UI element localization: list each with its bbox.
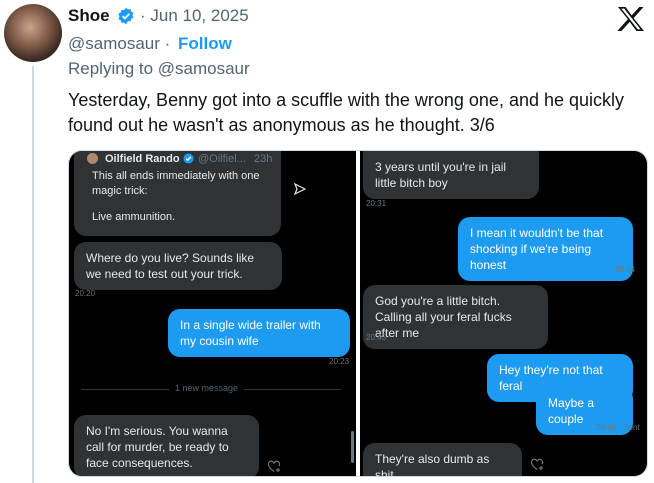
verified-badge-icon	[118, 7, 134, 25]
card-verified-icon	[183, 153, 194, 164]
tweet-text: Yesterday, Benny got into a scuffle with…	[68, 90, 625, 135]
message-time: 20:46 · Sent	[596, 423, 640, 432]
new-message-label: 1 new message	[169, 383, 245, 393]
thread-line	[32, 66, 34, 483]
tweet-media[interactable]: Oilfield Rando @Oilfiel... 23h This all …	[68, 150, 648, 477]
message-time: 20:31	[366, 199, 387, 208]
message-bubble: They're also dumb as shit	[363, 443, 522, 476]
message-bubble: In a single wide trailer with my cousin …	[168, 309, 350, 357]
message-bubble: No I'm serious. You wanna call for murde…	[74, 415, 259, 476]
x-logo-icon[interactable]	[617, 6, 645, 32]
message-time: 20:34	[615, 265, 636, 274]
message-bubble: Where do you live? Sounds like we need t…	[74, 242, 282, 290]
author-avatar[interactable]	[4, 4, 62, 62]
follow-button[interactable]: Follow	[178, 34, 232, 54]
screenshot-left: Oilfield Rando @Oilfiel... 23h This all …	[69, 151, 356, 476]
card-author-name: Oilfield Rando	[105, 153, 180, 165]
card-handle: @Oilfiel...	[198, 153, 246, 165]
author-name[interactable]: Shoe	[68, 6, 110, 26]
scrollbar[interactable]	[351, 431, 354, 463]
message-bubble: I mean it wouldn't be that shocking if w…	[458, 217, 633, 281]
card-body: This all ends immediately with one magic…	[92, 170, 260, 197]
tweet-date[interactable]: · Jun 10, 2025	[140, 6, 249, 26]
message-time: 20:23	[329, 357, 350, 366]
quoted-tweet-card: Oilfield Rando @Oilfiel... 23h This all …	[74, 151, 281, 236]
send-icon	[294, 183, 306, 195]
author-handle[interactable]: @samosaur ·	[68, 34, 170, 54]
message-bubble: God you're a little bitch. Calling all y…	[363, 285, 548, 349]
message-bubble: 3 years until you're in jail little bitc…	[363, 151, 539, 199]
add-reaction-icon[interactable]	[530, 457, 544, 471]
card-avatar	[87, 153, 98, 164]
card-age: 23h	[254, 153, 273, 165]
replying-to: Replying to @samosaur	[68, 59, 250, 78]
message-time: 20:20	[75, 289, 96, 298]
card-body-2: Live ammunition.	[92, 211, 176, 223]
add-reaction-icon[interactable]	[267, 459, 281, 473]
message-time: 20:45	[366, 333, 387, 342]
screenshot-right: 3 years until you're in jail little bitc…	[360, 151, 647, 476]
